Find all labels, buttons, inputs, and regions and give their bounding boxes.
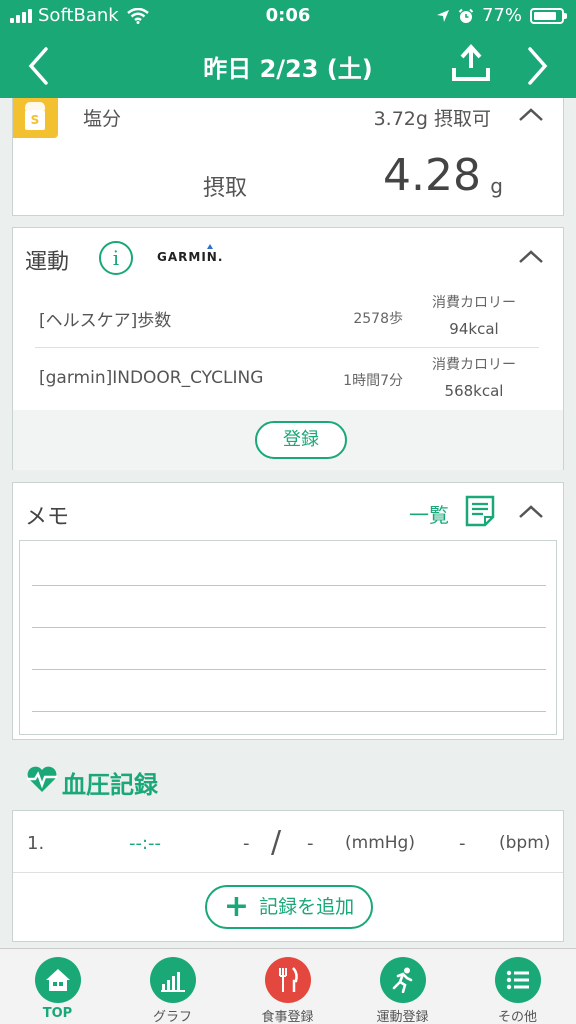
- tab-label: その他: [497, 1010, 537, 1024]
- plus-icon: +: [223, 889, 250, 924]
- battery-percent: 77%: [481, 5, 522, 26]
- exercise-footer: 登録: [13, 410, 563, 470]
- calorie-label: 消費カロリー: [432, 357, 516, 373]
- header: SoftBank 0:06 77% 昨日 2/23 (土): [0, 0, 576, 98]
- chevron-right-icon: [528, 47, 548, 85]
- bp-time[interactable]: --:--: [129, 833, 161, 854]
- memo-textarea[interactable]: [19, 540, 557, 735]
- bp-slash: /: [271, 825, 282, 860]
- info-icon[interactable]: i: [99, 241, 133, 275]
- register-exercise-button[interactable]: 登録: [255, 421, 347, 459]
- heart-pulse-icon: [27, 766, 57, 792]
- exercise-amount: 2578歩: [353, 311, 403, 327]
- collapse-chevron-icon[interactable]: [517, 248, 545, 266]
- exercise-card: 運動 i GARMIN. [ヘルスケア]歩数 2578歩 消費カロリー 94kc…: [12, 227, 564, 470]
- tab-other[interactable]: その他: [460, 949, 575, 1024]
- battery-icon: [530, 7, 567, 24]
- home-icon: [35, 957, 81, 1003]
- fork-knife-icon: [265, 957, 311, 1003]
- share-button[interactable]: [450, 44, 492, 84]
- status-bar: SoftBank 0:06 77%: [0, 0, 576, 32]
- tab-top[interactable]: TOP: [0, 949, 115, 1024]
- add-record-button[interactable]: + 記録を追加: [205, 885, 373, 929]
- bar-chart-icon: [150, 957, 196, 1003]
- bp-pulse[interactable]: -: [459, 833, 466, 854]
- exercise-row[interactable]: [garmin]INDOOR_CYCLING 1時間7分 消費カロリー 568k…: [35, 348, 539, 410]
- salt-card: S 塩分 3.72g 摂取可 摂取 4.28 g: [12, 98, 564, 216]
- tab-label: 食事登録: [261, 1010, 314, 1024]
- tab-label: TOP: [42, 1006, 73, 1021]
- next-day-button[interactable]: [518, 40, 558, 98]
- tab-label: 運動登録: [376, 1010, 429, 1024]
- bp-unit: (mmHg): [345, 833, 415, 853]
- salt-label: 塩分: [83, 108, 122, 130]
- add-record-label: 記録を追加: [259, 896, 355, 918]
- memo-title: メモ: [25, 505, 70, 530]
- salt-shaker-icon: S: [13, 98, 58, 138]
- intake-unit: g: [490, 174, 503, 198]
- exercise-name: [garmin]INDOOR_CYCLING: [39, 368, 264, 388]
- upload-icon: [452, 44, 490, 81]
- calorie-label: 消費カロリー: [432, 295, 516, 311]
- garmin-logo: GARMIN.: [157, 244, 224, 264]
- alarm-icon: [458, 8, 474, 23]
- exercise-name: [ヘルスケア]歩数: [39, 311, 172, 331]
- bp-index: 1.: [27, 833, 45, 854]
- tab-meal[interactable]: 食事登録: [230, 949, 345, 1024]
- memo-card: メモ 一覧: [12, 482, 564, 740]
- calorie-value: 94kcal: [449, 320, 499, 338]
- bp-card: 1. --:-- - / - (mmHg) - (bpm) + 記録を追加: [12, 810, 564, 942]
- collapse-chevron-icon[interactable]: [517, 503, 545, 521]
- intake-label: 摂取: [203, 176, 248, 201]
- intake-value: 4.28: [383, 150, 481, 201]
- list-icon: [495, 957, 541, 1003]
- bp-systolic[interactable]: -: [243, 833, 250, 854]
- salt-available: 3.72g 摂取可: [373, 108, 491, 130]
- bp-diastolic[interactable]: -: [307, 833, 314, 854]
- status-right: 77%: [436, 5, 567, 26]
- nav-bar: 昨日 2/23 (土): [0, 32, 576, 98]
- exercise-title: 運動: [25, 250, 70, 275]
- tab-exercise[interactable]: 運動登録: [345, 949, 460, 1024]
- pulse-unit: (bpm): [499, 833, 551, 853]
- location-icon: [436, 9, 449, 22]
- memo-list-link[interactable]: 一覧: [409, 499, 449, 528]
- exercise-row[interactable]: [ヘルスケア]歩数 2578歩 消費カロリー 94kcal: [35, 286, 539, 348]
- calorie-value: 568kcal: [444, 382, 504, 400]
- tab-graph[interactable]: グラフ: [115, 949, 230, 1024]
- bp-title: 血圧記録: [62, 771, 158, 799]
- collapse-chevron-icon[interactable]: [517, 106, 545, 124]
- document-icon[interactable]: [465, 495, 495, 527]
- exercise-amount: 1時間7分: [343, 373, 403, 389]
- running-icon: [380, 957, 426, 1003]
- tab-label: グラフ: [152, 1010, 192, 1024]
- tab-bar: TOP グラフ 食事登録 運動登録 その他: [0, 948, 576, 1024]
- bp-record-row[interactable]: 1. --:-- - / - (mmHg) - (bpm): [13, 811, 563, 873]
